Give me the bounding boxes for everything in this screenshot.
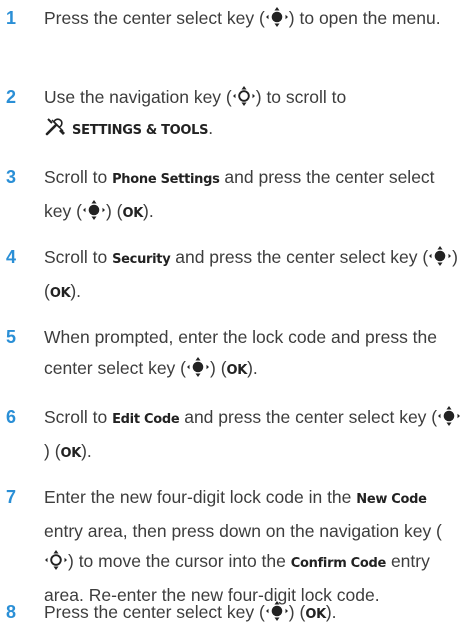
- step-number: 5: [6, 327, 17, 347]
- step-text: Scroll to Edit Code and press the center…: [44, 402, 462, 469]
- step-text: Press the center select key () (OK).: [44, 600, 337, 622]
- center-select-key-icon: [82, 199, 106, 221]
- step-text: Enter the new four-digit lock code in th…: [44, 487, 442, 605]
- center-select-key-icon: [186, 356, 210, 378]
- center-select-key-icon: [265, 6, 289, 28]
- step-number: 7: [6, 487, 17, 507]
- step-number: 8: [6, 602, 17, 622]
- step-number: 6: [6, 407, 17, 427]
- step-number: 2: [6, 87, 17, 107]
- settings-tools-icon: [44, 116, 66, 136]
- navigation-key-icon: [44, 549, 68, 571]
- center-select-key-icon: [428, 245, 452, 267]
- step-number: 4: [6, 247, 17, 267]
- step-text: Use the navigation key () to scroll to SE…: [44, 85, 347, 138]
- navigation-key-icon: [232, 85, 256, 107]
- step-text: Scroll to Security and press the center …: [44, 245, 458, 301]
- center-select-key-icon: [265, 600, 289, 622]
- step-number: 3: [6, 167, 17, 187]
- step-text: Press the center select key () to open t…: [44, 6, 441, 28]
- step-number: 1: [6, 8, 17, 28]
- center-select-key-icon: [437, 405, 461, 427]
- step-text: Scroll to Phone Settings and press the c…: [44, 167, 435, 221]
- step-text: When prompted, enter the lock code and p…: [44, 327, 438, 378]
